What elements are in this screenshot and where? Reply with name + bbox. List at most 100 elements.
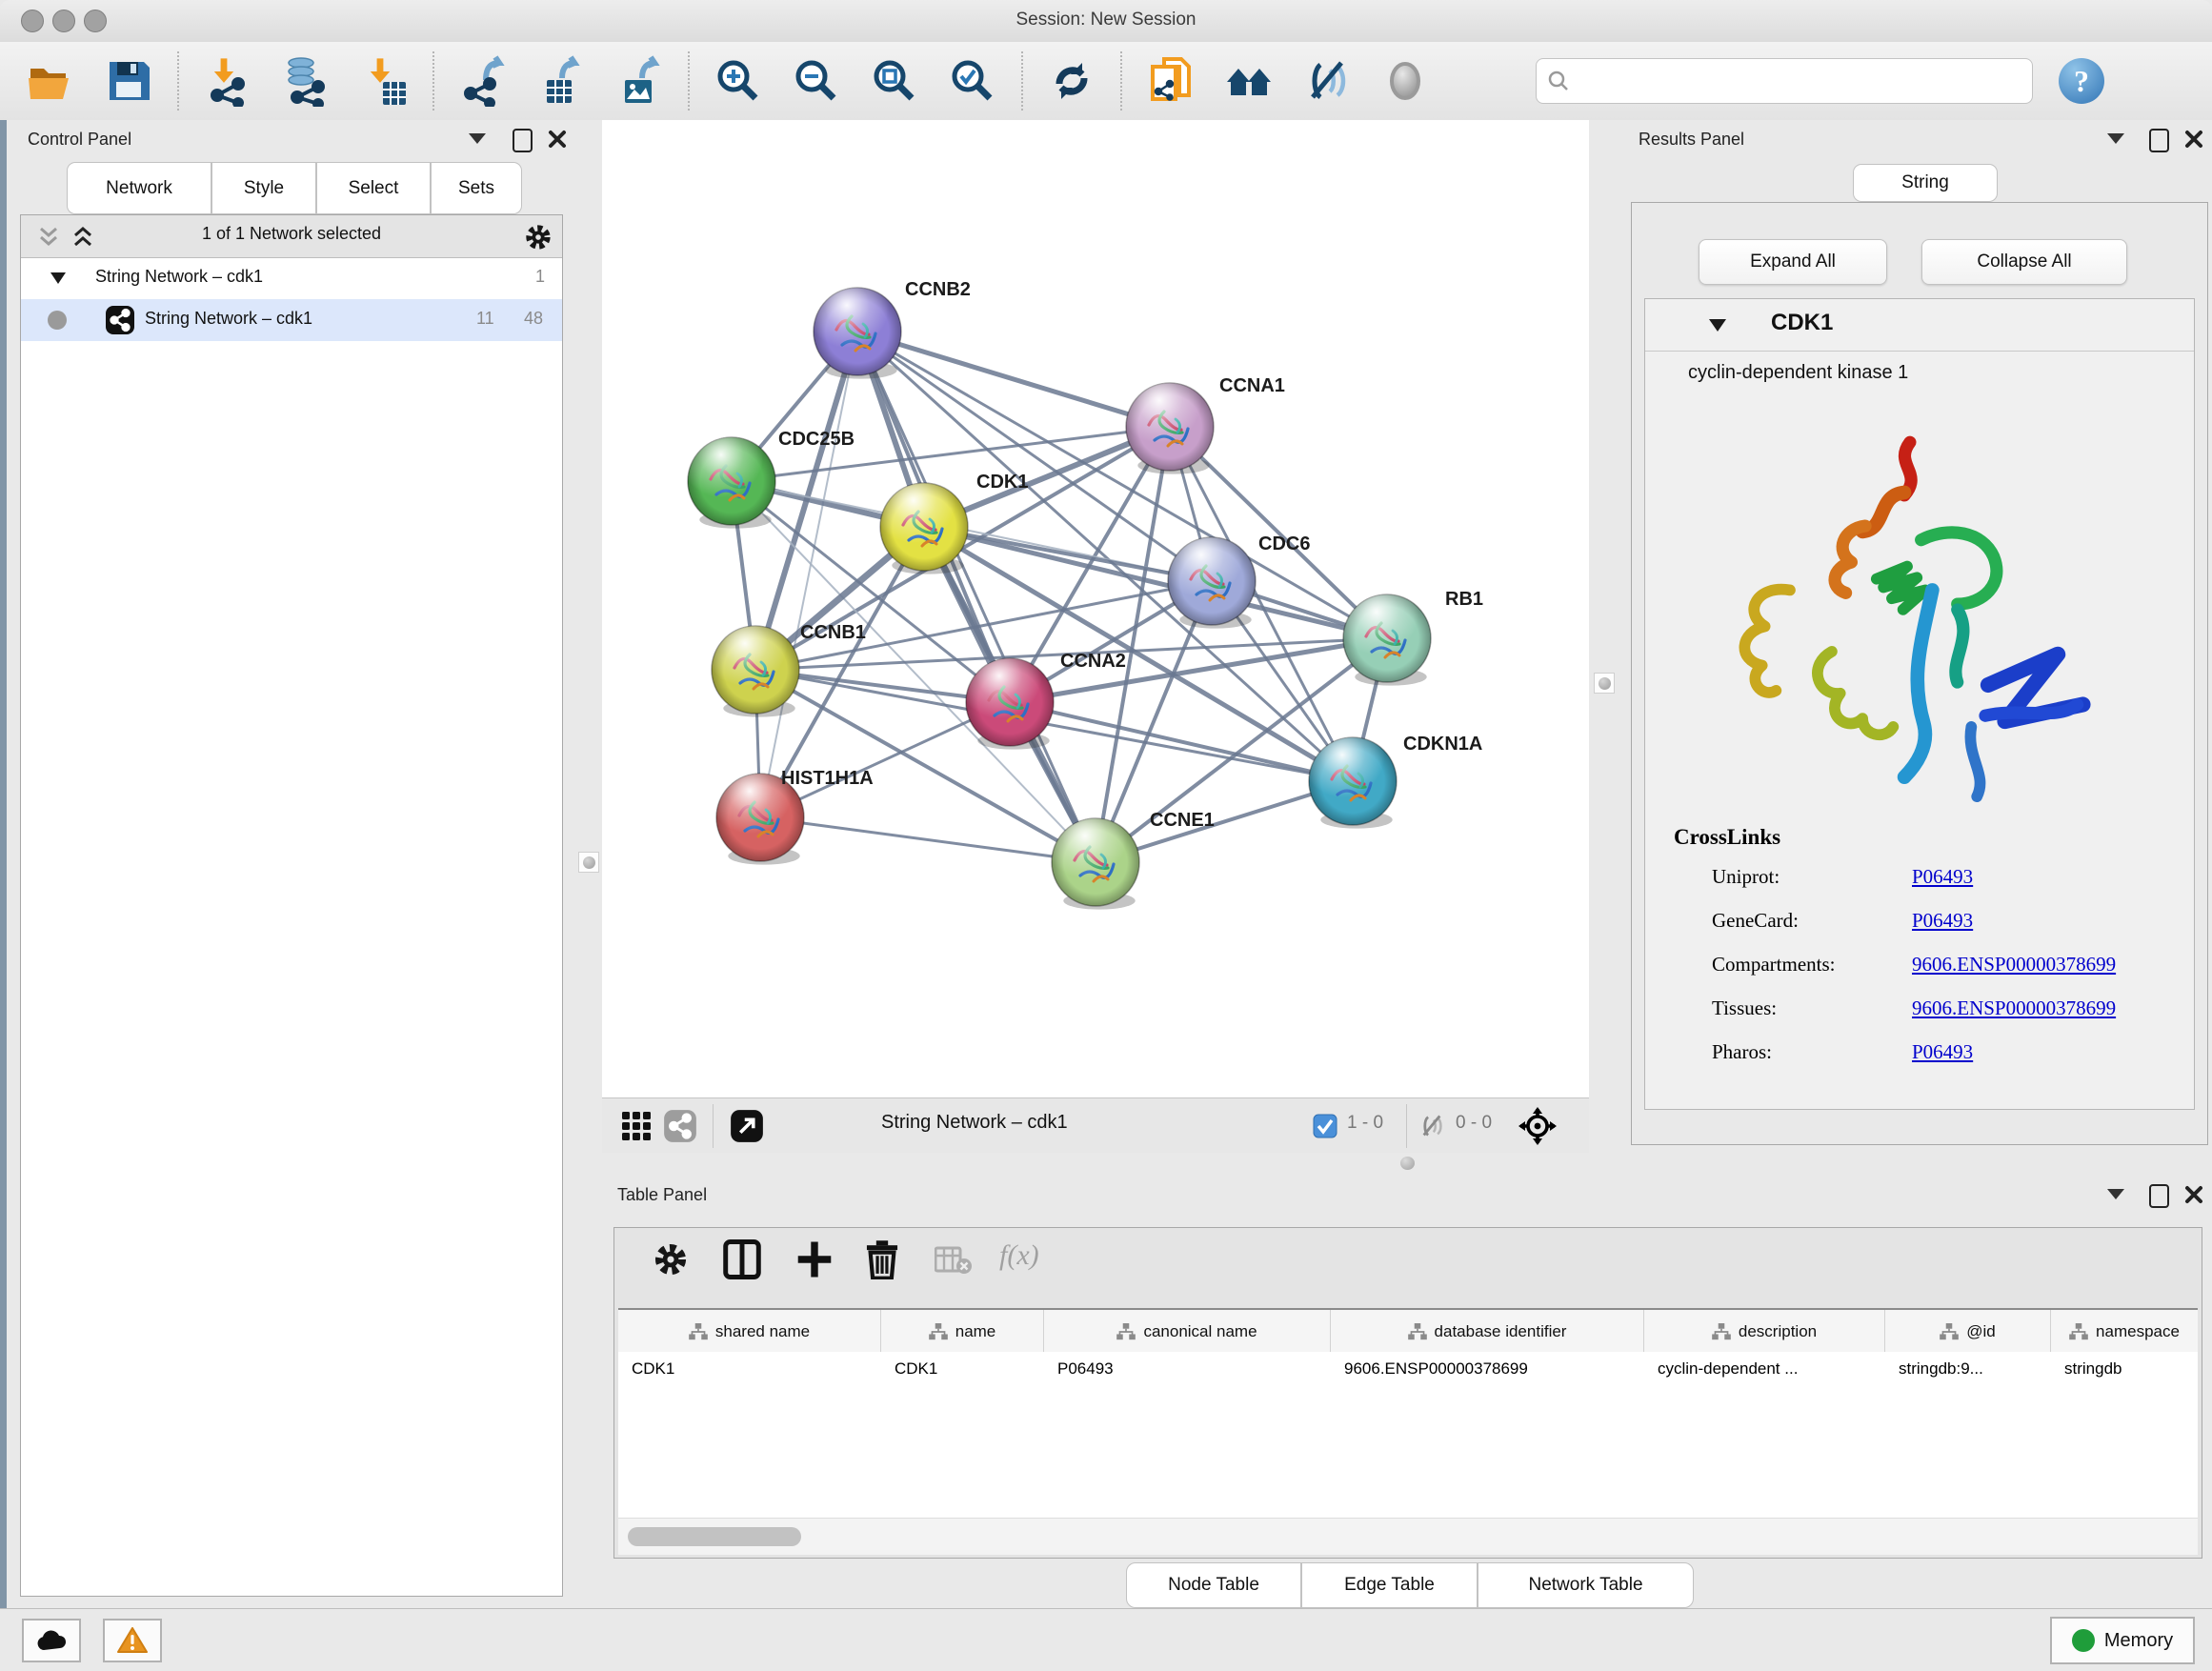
tab-network[interactable]: Network bbox=[67, 162, 211, 214]
table-horizontal-scrollbar[interactable] bbox=[618, 1518, 2198, 1555]
zoom-out-icon[interactable] bbox=[791, 55, 842, 107]
panel-menu-icon[interactable] bbox=[2107, 1189, 2124, 1199]
vertical-splitter-right[interactable] bbox=[1589, 120, 1619, 1174]
node-label-CCNE1: CCNE1 bbox=[1150, 810, 1215, 831]
scrollbar-thumb[interactable] bbox=[628, 1527, 801, 1546]
open-session-icon[interactable] bbox=[25, 55, 76, 107]
network-canvas[interactable]: CCNB2CCNA1CDC25BCDK1CDC6RB1CCNB1CCNA2CDK… bbox=[602, 120, 1589, 1097]
birdseye-view-icon[interactable] bbox=[1518, 1107, 1557, 1145]
select-columns-icon[interactable] bbox=[723, 1239, 761, 1279]
import-table-from-file-icon[interactable] bbox=[358, 55, 410, 107]
network-edge[interactable] bbox=[924, 527, 1387, 638]
export-network-icon[interactable] bbox=[457, 55, 509, 107]
network-node-CDK1[interactable] bbox=[880, 483, 968, 574]
splitter-handle-icon[interactable] bbox=[1400, 1157, 1415, 1170]
column-header-namespace[interactable]: namespace bbox=[2051, 1310, 2198, 1354]
network-node-CCNB1[interactable] bbox=[712, 626, 799, 717]
network-tree-row-selected[interactable]: String Network – cdk1 11 48 bbox=[21, 299, 562, 341]
network-node-CCNA1[interactable] bbox=[1126, 383, 1214, 474]
node-label-CDKN1A: CDKN1A bbox=[1403, 734, 1482, 755]
crosslink-genecard[interactable]: P06493 bbox=[1912, 909, 1973, 933]
zoom-in-icon[interactable] bbox=[713, 55, 764, 107]
table-row[interactable]: CDK1 CDK1 P06493 9606.ENSP00000378699 cy… bbox=[618, 1352, 2198, 1390]
tab-select[interactable]: Select bbox=[316, 162, 431, 214]
crosslink-label: Uniprot: bbox=[1712, 865, 1780, 889]
tab-network-table[interactable]: Network Table bbox=[1478, 1562, 1694, 1608]
panel-menu-icon[interactable] bbox=[469, 133, 486, 144]
splitter-collapse-handle[interactable] bbox=[578, 852, 599, 873]
protein-card-header[interactable]: CDK1 bbox=[1645, 299, 2194, 352]
grid-view-icon[interactable] bbox=[621, 1111, 652, 1141]
collapse-section-icon[interactable] bbox=[1708, 318, 1727, 332]
horizontal-splitter[interactable] bbox=[602, 1153, 1589, 1174]
tab-node-table[interactable]: Node Table bbox=[1126, 1562, 1301, 1608]
cell-namespace: stringdb bbox=[2064, 1359, 2122, 1379]
collapse-all-button[interactable]: Collapse All bbox=[1921, 239, 2127, 285]
save-session-icon[interactable] bbox=[103, 55, 154, 107]
column-header-id[interactable]: @id bbox=[1885, 1310, 2051, 1354]
column-header-name[interactable]: name bbox=[881, 1310, 1044, 1354]
panel-close-icon[interactable] bbox=[2183, 1184, 2204, 1205]
panel-float-icon[interactable] bbox=[513, 129, 533, 152]
crosslink-compartments[interactable]: 9606.ENSP00000378699 bbox=[1912, 953, 2116, 976]
crosslink-tissues[interactable]: 9606.ENSP00000378699 bbox=[1912, 997, 2116, 1020]
crosslink-label: Compartments: bbox=[1712, 953, 1836, 976]
delete-column-trash-icon[interactable] bbox=[864, 1239, 900, 1279]
help-icon[interactable]: ? bbox=[2056, 55, 2107, 107]
search-field[interactable] bbox=[1536, 58, 2033, 104]
crosslink-pharos[interactable]: P06493 bbox=[1912, 1040, 1973, 1064]
network-edge[interactable] bbox=[760, 817, 1096, 862]
network-edge[interactable] bbox=[857, 332, 1170, 427]
network-options-gear-icon[interactable] bbox=[524, 223, 553, 252]
panel-close-icon[interactable] bbox=[2183, 129, 2204, 150]
network-node-CCNA2[interactable] bbox=[966, 658, 1054, 750]
import-network-from-file-icon[interactable] bbox=[202, 55, 253, 107]
network-node-CDC25B[interactable] bbox=[688, 437, 775, 529]
crosslink-uniprot[interactable]: P06493 bbox=[1912, 865, 1973, 889]
tab-style[interactable]: Style bbox=[211, 162, 316, 214]
duplicate-network-icon[interactable] bbox=[1145, 55, 1196, 107]
zoom-selected-icon[interactable] bbox=[947, 55, 998, 107]
show-details-icon[interactable] bbox=[1379, 55, 1431, 107]
panel-float-icon[interactable] bbox=[2149, 129, 2169, 152]
network-node-CDKN1A[interactable] bbox=[1309, 737, 1397, 829]
search-input[interactable] bbox=[1571, 70, 2022, 92]
network-node-CDC6[interactable] bbox=[1168, 537, 1256, 629]
panel-close-icon[interactable] bbox=[547, 129, 568, 150]
table-settings-gear-icon[interactable] bbox=[653, 1241, 689, 1278]
network-edge[interactable] bbox=[1010, 702, 1353, 781]
network-edge[interactable] bbox=[857, 332, 1096, 862]
open-in-new-window-icon[interactable] bbox=[730, 1109, 764, 1143]
network-badge-icon[interactable] bbox=[663, 1109, 697, 1143]
selected-checkbox-icon[interactable] bbox=[1313, 1114, 1337, 1138]
hide-details-icon[interactable] bbox=[1301, 55, 1353, 107]
expand-all-button[interactable]: Expand All bbox=[1699, 239, 1887, 285]
node-label-CDC6: CDC6 bbox=[1258, 534, 1310, 554]
panel-menu-icon[interactable] bbox=[2107, 133, 2124, 144]
export-table-icon[interactable] bbox=[535, 55, 587, 107]
add-column-icon[interactable] bbox=[795, 1239, 834, 1279]
zoom-fit-icon[interactable] bbox=[869, 55, 920, 107]
network-tree-parent-row[interactable]: String Network – cdk1 1 bbox=[21, 257, 562, 299]
tab-edge-table[interactable]: Edge Table bbox=[1301, 1562, 1478, 1608]
column-header-canonical-name[interactable]: canonical name bbox=[1044, 1310, 1331, 1354]
network-node-RB1[interactable] bbox=[1343, 594, 1431, 686]
cloud-status-button[interactable] bbox=[22, 1619, 81, 1662]
tab-sets[interactable]: Sets bbox=[431, 162, 522, 214]
export-image-icon[interactable] bbox=[613, 55, 665, 107]
splitter-collapse-handle[interactable] bbox=[1594, 673, 1615, 694]
memory-button[interactable]: Memory bbox=[2050, 1617, 2195, 1664]
vertical-splitter-left[interactable] bbox=[572, 120, 602, 1608]
column-header-shared-name[interactable]: shared name bbox=[618, 1310, 881, 1354]
string-home-icon[interactable] bbox=[1223, 55, 1275, 107]
warnings-button[interactable] bbox=[103, 1619, 162, 1662]
column-header-database-identifier[interactable]: database identifier bbox=[1331, 1310, 1644, 1354]
panel-float-icon[interactable] bbox=[2149, 1184, 2169, 1208]
tab-string[interactable]: String bbox=[1853, 164, 1998, 202]
import-network-from-database-icon[interactable] bbox=[280, 55, 332, 107]
tree-expand-icon[interactable] bbox=[50, 272, 67, 285]
network-edge[interactable] bbox=[760, 332, 857, 817]
column-header-description[interactable]: description bbox=[1644, 1310, 1885, 1354]
refresh-layout-icon[interactable] bbox=[1046, 55, 1097, 107]
network-node-CCNE1[interactable] bbox=[1052, 818, 1139, 910]
